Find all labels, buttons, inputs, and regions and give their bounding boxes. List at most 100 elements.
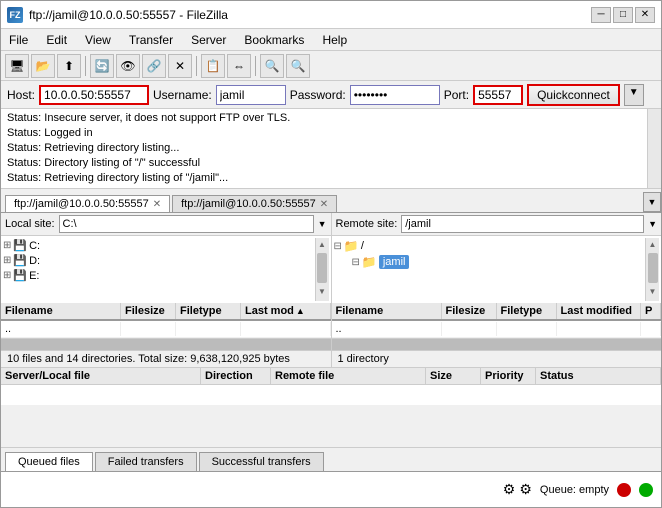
- local-table-area: Filename Filesize Filetype Last mod ..: [1, 303, 331, 367]
- toolbar-compare[interactable]: ⇔: [227, 54, 251, 78]
- local-tree-item-e[interactable]: ⊞ 💾 E:: [3, 268, 315, 283]
- toolbar-copy-url[interactable]: 📋: [201, 54, 225, 78]
- remote-scroll-up-icon[interactable]: ▲: [647, 238, 659, 251]
- scroll-thumb[interactable]: [317, 253, 327, 283]
- remote-tree-root[interactable]: ⊟ 📁 /: [334, 238, 646, 254]
- local-site-label: Local site:: [5, 218, 55, 230]
- file-tab-bar: ftp://jamil@10.0.0.50:55557 ✕ ftp://jami…: [1, 189, 661, 213]
- remote-col-filesize[interactable]: Filesize: [442, 303, 497, 319]
- jamil-label[interactable]: jamil: [379, 255, 410, 269]
- menu-view[interactable]: View: [81, 32, 115, 48]
- local-col-filename[interactable]: Filename: [1, 303, 121, 319]
- scroll-down-icon[interactable]: ▼: [316, 285, 328, 298]
- remote-tree-jamil[interactable]: ⊟ 📁 jamil: [334, 254, 646, 270]
- password-input[interactable]: [350, 85, 440, 105]
- remote-col-lastmod[interactable]: Last modified: [557, 303, 642, 319]
- remote-scroll-thumb[interactable]: [648, 253, 658, 283]
- gear-icon-2[interactable]: ⚙: [519, 481, 532, 498]
- toolbar-toggle-hidden[interactable]: 👁: [116, 54, 140, 78]
- local-site-dropdown[interactable]: ▼: [318, 219, 327, 229]
- toolbar-sep3: [255, 56, 256, 76]
- remote-scroll-down-icon[interactable]: ▼: [647, 285, 659, 298]
- table-row[interactable]: ..: [1, 321, 331, 338]
- toolbar-reconnect[interactable]: 🔗: [142, 54, 166, 78]
- password-label: Password:: [290, 88, 346, 102]
- local-col-lastmod[interactable]: Last mod: [241, 303, 331, 319]
- remote-panel: Remote site: ▼ ⊟ 📁 / ⊟ 📁 jamil: [332, 213, 662, 367]
- bottom-tab-failed[interactable]: Failed transfers: [95, 452, 197, 471]
- expand-c-icon[interactable]: ⊞: [3, 240, 11, 251]
- drive-c-icon: 💾: [13, 239, 27, 252]
- toolbar-cancel[interactable]: ✕: [168, 54, 192, 78]
- remote-hscroll-thumb[interactable]: [332, 339, 662, 350]
- tab-0-close[interactable]: ✕: [153, 199, 161, 210]
- local-site-input[interactable]: [59, 215, 314, 233]
- scroll-up-icon[interactable]: ▲: [316, 238, 328, 251]
- toolbar-open-dialog[interactable]: 📂: [31, 54, 55, 78]
- toolbar-up[interactable]: ⬆: [57, 54, 81, 78]
- local-tree-item-d[interactable]: ⊞ 💾 D:: [3, 253, 315, 268]
- remote-tree-vscroll[interactable]: ▲ ▼: [645, 238, 659, 301]
- toolbar-sep1: [85, 56, 86, 76]
- status-dot-red: [617, 483, 631, 497]
- status-line-3: Status: Retrieving directory listing...: [7, 141, 655, 156]
- local-tree: ⊞ 💾 C: ⊞ 💾 D: ⊞ 💾 E:: [1, 236, 331, 303]
- host-bar: Host: Username: Password: Port: Quickcon…: [1, 81, 661, 109]
- queue-status-text: Queue: empty: [540, 484, 609, 496]
- port-input[interactable]: [473, 85, 523, 105]
- local-tree-item-c[interactable]: ⊞ 💾 C:: [3, 238, 315, 253]
- menu-bookmarks[interactable]: Bookmarks: [240, 32, 308, 48]
- toolbar: 🖥 📂 ⬆ 🔄 👁 🔗 ✕ 📋 ⇔ 🔍 🔍: [1, 51, 661, 81]
- remote-col-filename[interactable]: Filename: [332, 303, 442, 319]
- remote-site-input[interactable]: [401, 215, 644, 233]
- gear-icon-1[interactable]: ⚙: [503, 481, 516, 498]
- bottom-tab-successful[interactable]: Successful transfers: [199, 452, 324, 471]
- local-tree-content: ⊞ 💾 C: ⊞ 💾 D: ⊞ 💾 E:: [3, 238, 315, 301]
- maximize-button[interactable]: □: [613, 7, 633, 23]
- tab-0[interactable]: ftp://jamil@10.0.0.50:55557 ✕: [5, 195, 170, 212]
- remote-site-dropdown[interactable]: ▼: [648, 219, 657, 229]
- expand-jamil-icon[interactable]: ⊟: [352, 257, 360, 268]
- local-site-bar: Local site: ▼: [1, 213, 331, 236]
- menu-edit[interactable]: Edit: [42, 32, 71, 48]
- local-cell-filesize: [121, 322, 176, 336]
- remote-col-p[interactable]: P: [641, 303, 661, 319]
- status-scrollbar[interactable]: [647, 109, 661, 188]
- close-button[interactable]: ✕: [635, 7, 655, 23]
- tab-1[interactable]: ftp://jamil@10.0.0.50:55557 ✕: [172, 195, 337, 212]
- local-col-filesize[interactable]: Filesize: [121, 303, 176, 319]
- menu-transfer[interactable]: Transfer: [125, 32, 177, 48]
- menu-file[interactable]: File: [5, 32, 32, 48]
- local-hscroll[interactable]: [1, 338, 331, 350]
- queue-table-header: Server/Local file Direction Remote file …: [1, 368, 661, 385]
- drive-d-icon: 💾: [13, 254, 27, 267]
- menu-server[interactable]: Server: [187, 32, 230, 48]
- toolbar-search2[interactable]: 🔍: [286, 54, 310, 78]
- minimize-button[interactable]: ─: [591, 7, 611, 23]
- quickconnect-dropdown[interactable]: ▼: [624, 84, 644, 106]
- expand-d-icon[interactable]: ⊞: [3, 255, 11, 266]
- quickconnect-button[interactable]: Quickconnect: [527, 84, 620, 106]
- username-input[interactable]: [216, 85, 286, 105]
- remote-hscroll[interactable]: [332, 338, 662, 350]
- expand-root-icon[interactable]: ⊟: [334, 241, 342, 252]
- toolbar-refresh[interactable]: 🔄: [90, 54, 114, 78]
- toolbar-site-manager[interactable]: 🖥: [5, 54, 29, 78]
- table-row[interactable]: ..: [332, 321, 662, 338]
- tab-1-close[interactable]: ✕: [320, 199, 328, 210]
- queue-col-priority: Priority: [481, 368, 536, 384]
- bottom-tab-queued[interactable]: Queued files: [5, 452, 93, 471]
- app-icon: FZ: [7, 7, 23, 23]
- menu-help[interactable]: Help: [318, 32, 351, 48]
- remote-col-filetype[interactable]: Filetype: [497, 303, 557, 319]
- queue-col-direction: Direction: [201, 368, 271, 384]
- tab-dropdown[interactable]: ▼: [643, 192, 661, 212]
- toolbar-search[interactable]: 🔍: [260, 54, 284, 78]
- expand-e-icon[interactable]: ⊞: [3, 270, 11, 281]
- local-tree-vscroll[interactable]: ▲ ▼: [315, 238, 329, 301]
- bottom-status-right: ⚙ ⚙ Queue: empty: [503, 481, 653, 498]
- host-input[interactable]: [39, 85, 149, 105]
- remote-cell-filetype: [497, 322, 557, 336]
- local-col-filetype[interactable]: Filetype: [176, 303, 241, 319]
- local-hscroll-thumb[interactable]: [1, 339, 331, 350]
